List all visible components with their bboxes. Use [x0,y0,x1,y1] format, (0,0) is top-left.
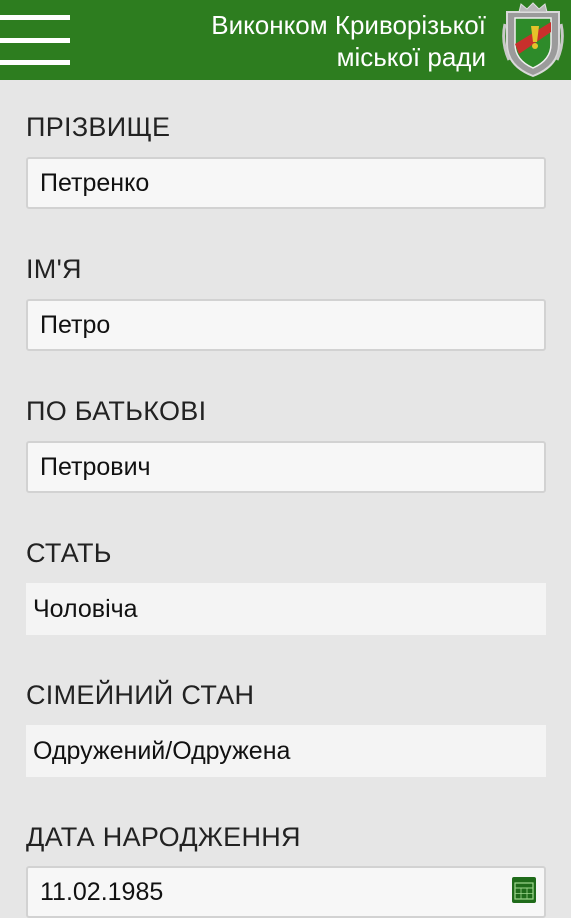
patronymic-label: ПО БАТЬКОВІ [26,396,207,426]
marital-status-label: СІМЕЙНИЙ СТАН [26,680,255,710]
header-title: Виконком Криворізької міської ради [211,9,486,73]
calendar-icon[interactable] [512,877,536,903]
surname-label: ПРІЗВИЩЕ [26,112,171,142]
app-header: Виконком Криворізької міської ради [0,0,571,80]
hamburger-menu-icon[interactable] [0,15,70,67]
birth-date-value: 11.02.1985 [40,878,164,906]
coat-of-arms-icon [502,2,564,78]
surname-field[interactable]: Петренко [26,157,546,209]
birth-date-label: ДАТА НАРОДЖЕННЯ [26,822,301,852]
sex-select[interactable]: Чоловіча [26,583,546,635]
marital-status-select[interactable]: Одружений/Одружена [26,725,546,777]
first-name-field[interactable]: Петро [26,299,546,351]
header-title-line2: міської ради [336,42,486,72]
first-name-label: ІМ'Я [26,254,82,284]
header-title-line1: Виконком Криворізької [211,10,486,40]
sex-label: СТАТЬ [26,538,112,568]
patronymic-field[interactable]: Петрович [26,441,546,493]
birth-date-field[interactable]: 11.02.1985 [26,866,546,918]
